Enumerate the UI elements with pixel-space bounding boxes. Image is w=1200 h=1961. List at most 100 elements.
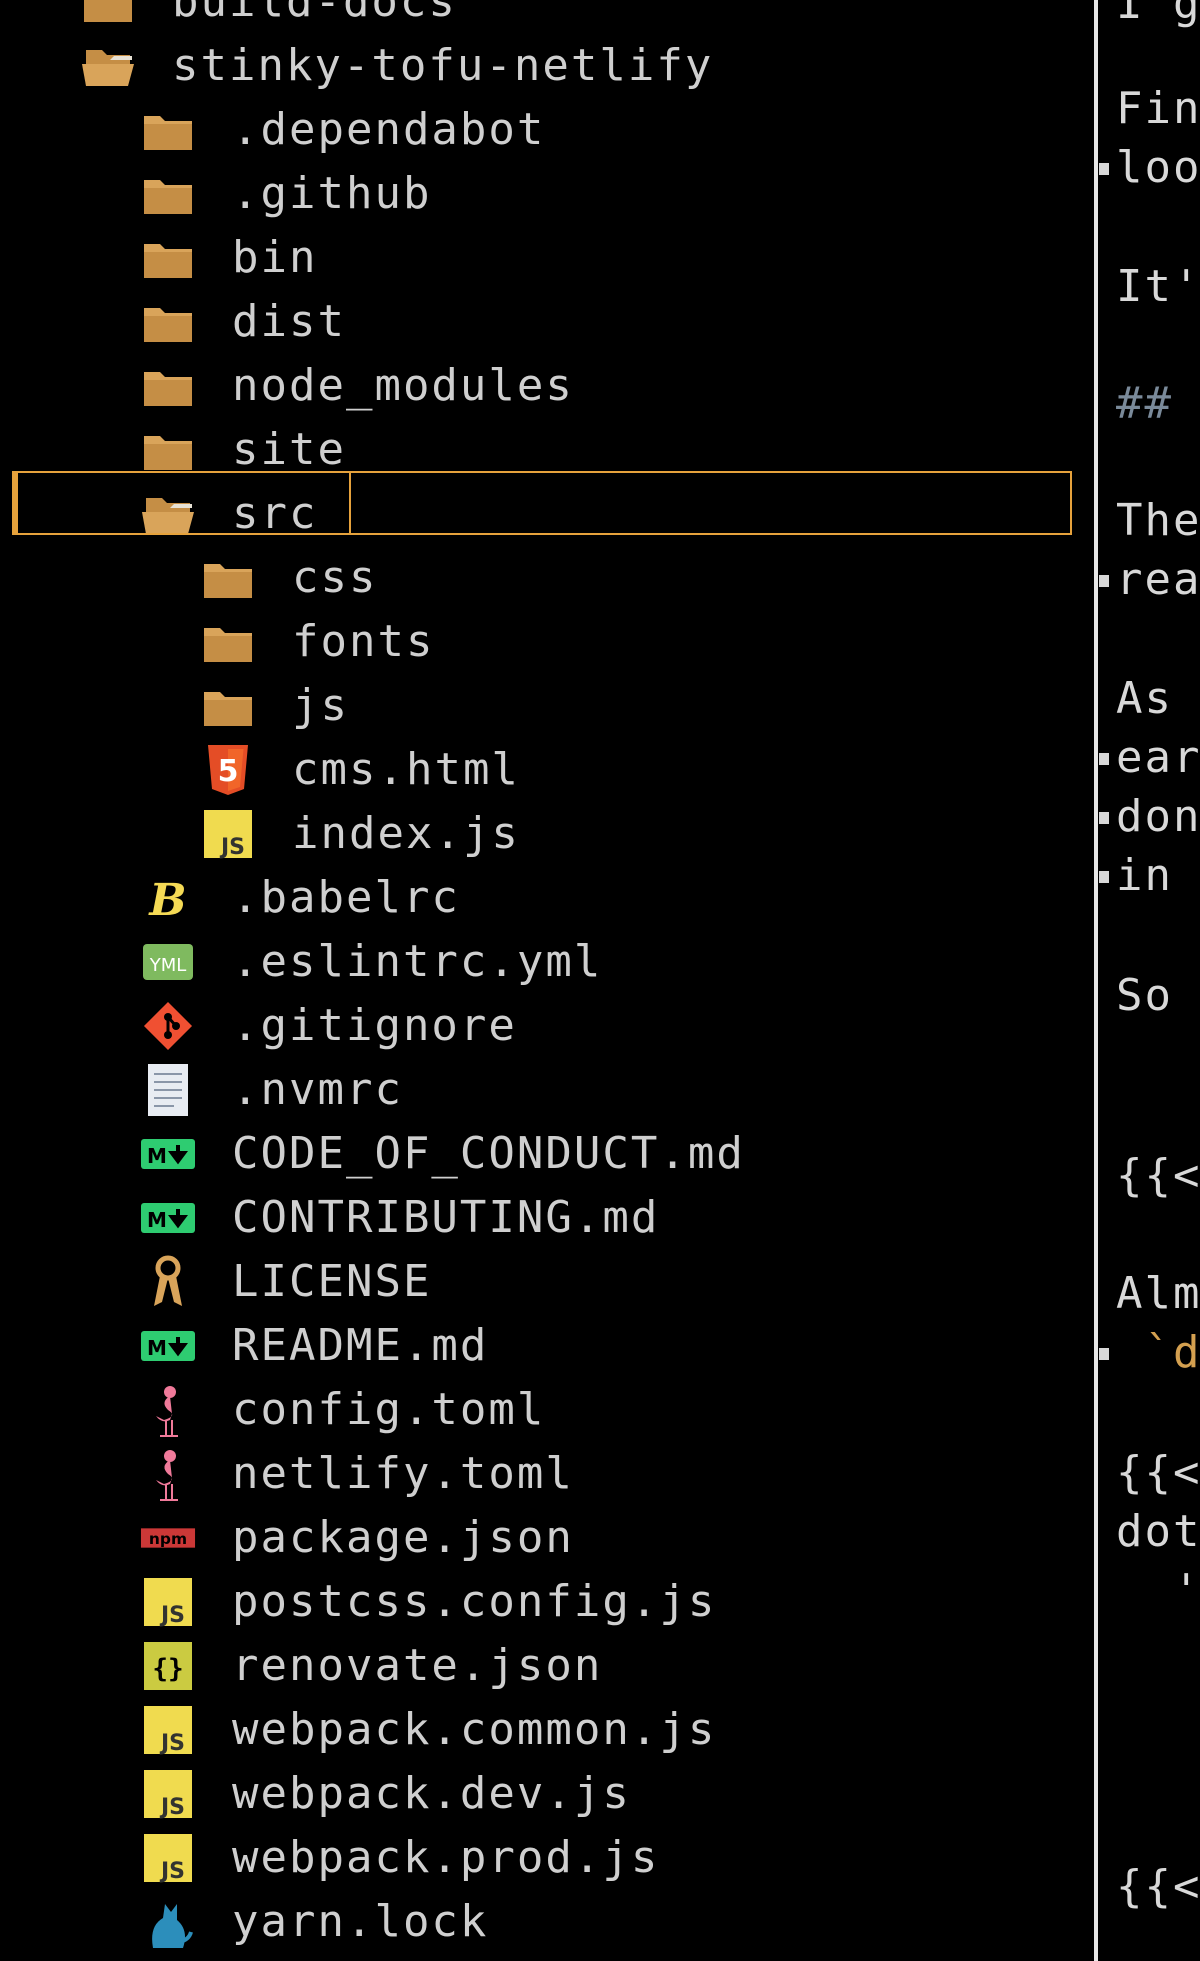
folder-icon xyxy=(200,550,256,606)
babel-icon: B xyxy=(140,870,196,926)
tree-item-label: cms.html xyxy=(292,744,520,795)
tree-item-renovate-json[interactable]: {} renovate.json xyxy=(0,1634,1092,1698)
markdown-icon: M xyxy=(140,1126,196,1182)
soft-wrap-marker xyxy=(1099,812,1109,824)
folder-icon xyxy=(140,102,196,158)
editor-pane[interactable]: I g Fin loo It' ## The rea As ear don in So {{< Alm `… xyxy=(1098,0,1200,1961)
tree-item-package-json[interactable]: npm package.json xyxy=(0,1506,1092,1570)
tree-item-config-toml[interactable]: config.toml xyxy=(0,1378,1092,1442)
editor-line[interactable]: The xyxy=(1116,492,1200,550)
javascript-icon: JS xyxy=(140,1830,196,1886)
folder-icon xyxy=(140,358,196,414)
tree-item-webpack-common-js[interactable]: JS webpack.common.js xyxy=(0,1698,1092,1762)
editor-line[interactable]: dot xyxy=(1116,1503,1200,1561)
editor-line[interactable]: in xyxy=(1116,847,1173,905)
editor-line[interactable]: ear xyxy=(1116,729,1200,787)
svg-text:JS: JS xyxy=(159,1603,185,1627)
javascript-icon: JS xyxy=(200,806,256,862)
svg-text:JS: JS xyxy=(159,1859,185,1883)
tree-item-eslintrc-yml[interactable]: YML .eslintrc.yml xyxy=(0,930,1092,994)
editor-line[interactable]: So xyxy=(1116,967,1173,1025)
tree-item-label: .dependabot xyxy=(232,104,546,155)
editor-line[interactable]: loo xyxy=(1116,139,1200,197)
tree-item-contributing-md[interactable]: M CONTRIBUTING.md xyxy=(0,1186,1092,1250)
tree-item-label: README.md xyxy=(232,1320,489,1371)
tree-item-readme-md[interactable]: M README.md xyxy=(0,1314,1092,1378)
yarn-cat-icon xyxy=(140,1894,196,1950)
folder-icon xyxy=(200,614,256,670)
tree-item-label: .eslintrc.yml xyxy=(232,936,603,987)
tree-item-node-modules[interactable]: node_modules xyxy=(0,354,1092,418)
text-file-icon xyxy=(140,1062,196,1118)
tree-item-yarn-lock[interactable]: yarn.lock xyxy=(0,1890,1092,1954)
editor-line[interactable]: {{< xyxy=(1116,1858,1200,1916)
tree-item-build-docs[interactable]: build-docs xyxy=(0,0,1092,34)
editor-line[interactable]: don xyxy=(1116,788,1200,846)
tree-item-github[interactable]: .github xyxy=(0,162,1092,226)
tree-item-stinky-tofu-netlify[interactable]: stinky-tofu-netlify xyxy=(0,34,1092,98)
folder-open-icon xyxy=(80,38,136,94)
tree-item-webpack-prod-js[interactable]: JS webpack.prod.js xyxy=(0,1826,1092,1890)
tree-item-bin[interactable]: bin xyxy=(0,226,1092,290)
editor-line[interactable]: ## xyxy=(1116,375,1173,433)
toml-flamingo-icon xyxy=(140,1446,196,1502)
tree-item-webpack-dev-js[interactable]: JS webpack.dev.js xyxy=(0,1762,1092,1826)
folder-icon xyxy=(80,0,136,30)
tree-item-site[interactable]: site xyxy=(0,418,1092,482)
svg-text:JS: JS xyxy=(159,1795,185,1819)
tree-item-babelrc[interactable]: B .babelrc xyxy=(0,866,1092,930)
json-icon: {} xyxy=(140,1638,196,1694)
markdown-icon: M xyxy=(140,1190,196,1246)
folder-icon xyxy=(140,422,196,478)
soft-wrap-marker xyxy=(1099,1348,1109,1360)
folder-icon xyxy=(140,294,196,350)
editor-line[interactable]: `do xyxy=(1116,1324,1200,1382)
editor-line[interactable]: ' xyxy=(1116,1562,1200,1620)
tree-item-label: CONTRIBUTING.md xyxy=(232,1192,660,1243)
editor-line[interactable]: rea xyxy=(1116,551,1200,609)
folder-icon xyxy=(200,678,256,734)
tree-item-label: webpack.common.js xyxy=(232,1704,717,1755)
tree-item-cms-html[interactable]: 5 cms.html xyxy=(0,738,1092,802)
tree-item-label: css xyxy=(292,552,378,603)
tree-item-gitignore[interactable]: .gitignore xyxy=(0,994,1092,1058)
tree-item-label: renovate.json xyxy=(232,1640,603,1691)
svg-text:npm: npm xyxy=(149,1530,187,1548)
tree-item-label: node_modules xyxy=(232,360,574,411)
tree-item-license[interactable]: LICENSE xyxy=(0,1250,1092,1314)
tree-item-src[interactable]: src xyxy=(0,482,1092,546)
editor-line[interactable]: {{< xyxy=(1116,1444,1200,1502)
editor-line[interactable]: Alm xyxy=(1116,1265,1200,1323)
tree-item-dependabot[interactable]: .dependabot xyxy=(0,98,1092,162)
editor-line[interactable]: {{< xyxy=(1116,1147,1200,1205)
tree-item-label: index.js xyxy=(292,808,520,859)
soft-wrap-marker xyxy=(1099,871,1109,883)
tree-item-label: js xyxy=(292,680,349,731)
tree-item-nvmrc[interactable]: .nvmrc xyxy=(0,1058,1092,1122)
tree-item-label: yarn.lock xyxy=(232,1896,489,1947)
tree-item-label: site xyxy=(232,424,346,475)
tree-item-label: fonts xyxy=(292,616,435,667)
tree-item-css[interactable]: css xyxy=(0,546,1092,610)
soft-wrap-marker xyxy=(1099,575,1109,587)
tree-item-netlify-toml[interactable]: netlify.toml xyxy=(0,1442,1092,1506)
tree-item-label: dist xyxy=(232,296,346,347)
tree-item-code-of-conduct-md[interactable]: M CODE_OF_CONDUCT.md xyxy=(0,1122,1092,1186)
svg-text:M: M xyxy=(147,1144,167,1168)
svg-text:JS: JS xyxy=(159,1731,185,1755)
tree-item-index-js[interactable]: JS index.js xyxy=(0,802,1092,866)
html5-icon: 5 xyxy=(200,742,256,798)
javascript-icon: JS xyxy=(140,1766,196,1822)
folder-icon xyxy=(140,166,196,222)
editor-line[interactable]: I g xyxy=(1116,0,1200,33)
tree-item-dist[interactable]: dist xyxy=(0,290,1092,354)
svg-text:M: M xyxy=(147,1336,167,1360)
tree-item-label: build-docs xyxy=(172,0,457,27)
editor-line[interactable]: Fin xyxy=(1116,80,1200,138)
rename-cursor xyxy=(349,473,351,533)
tree-item-postcss-config-js[interactable]: JS postcss.config.js xyxy=(0,1570,1092,1634)
editor-line[interactable]: As xyxy=(1116,670,1173,728)
editor-line[interactable]: It' xyxy=(1116,258,1200,316)
tree-item-js[interactable]: js xyxy=(0,674,1092,738)
tree-item-fonts[interactable]: fonts xyxy=(0,610,1092,674)
